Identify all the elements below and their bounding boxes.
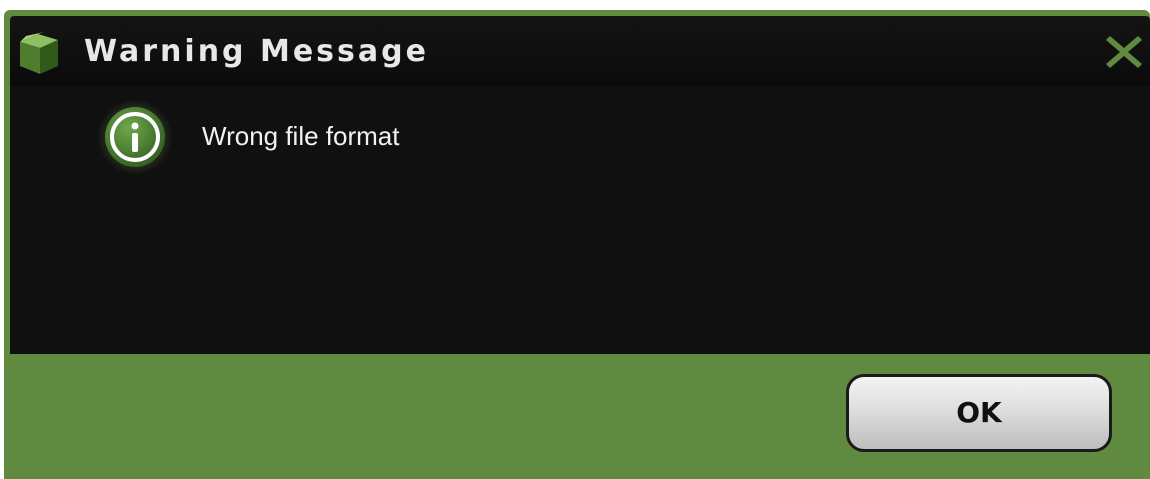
box-icon (20, 32, 58, 74)
close-icon[interactable] (1104, 32, 1144, 72)
ok-button[interactable]: OK (846, 374, 1112, 452)
dialog-title: Warning Message (84, 34, 429, 69)
info-icon (97, 99, 173, 175)
message-text: Wrong file format (202, 121, 400, 151)
dialog-content (10, 86, 1150, 354)
dialog-titlebar[interactable]: Warning Message (10, 16, 1150, 86)
